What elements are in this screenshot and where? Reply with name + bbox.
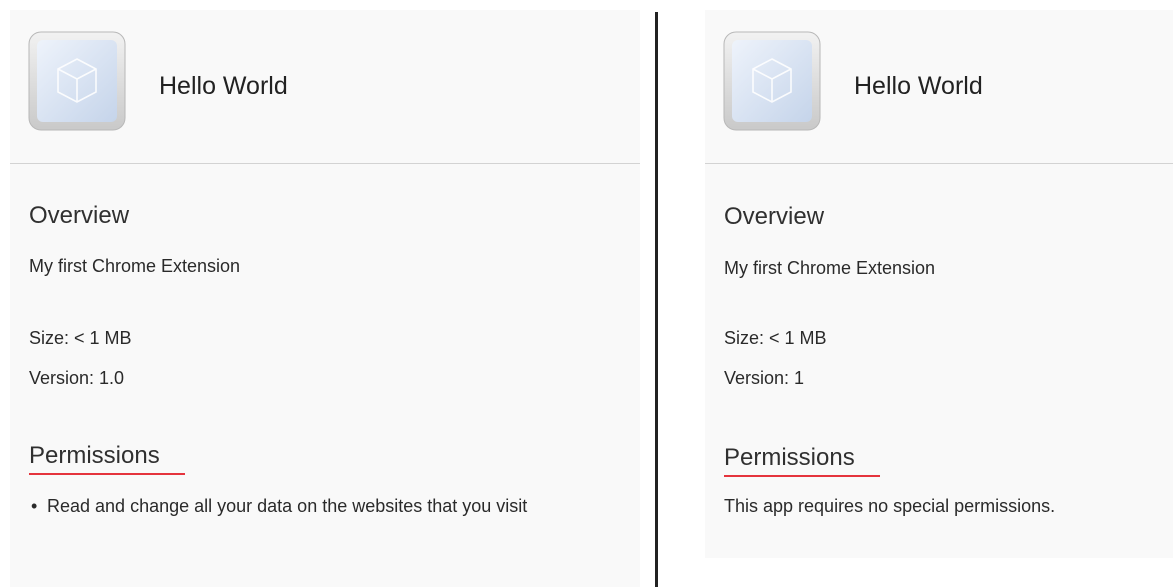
comparison-divider: [655, 12, 658, 587]
no-permissions-text: This app requires no special permissions…: [724, 496, 1056, 516]
left-extension-dialog: Hello World Overview My first Chrome Ext…: [10, 10, 640, 587]
right-extension-dialog: Hello World Overview My first Chrome Ext…: [705, 10, 1173, 558]
permission-text: Read and change all your data on the web…: [47, 496, 528, 516]
app-title: Hello World: [854, 72, 983, 100]
bullet-icon: •: [31, 496, 38, 516]
size-text: Size: < 1 MB: [29, 328, 132, 348]
permissions-heading: Permissions: [724, 444, 855, 471]
dialog-header: Hello World: [10, 10, 640, 164]
overview-heading: Overview: [724, 203, 825, 230]
app-title: Hello World: [159, 72, 288, 100]
comparison-screenshot: Hello World Overview My first Chrome Ext…: [0, 0, 1173, 587]
description-text: My first Chrome Extension: [29, 256, 241, 276]
permission-list-item: • Read and change all your data on the w…: [29, 493, 639, 519]
description-text: My first Chrome Extension: [724, 258, 936, 278]
permissions-heading: Permissions: [29, 442, 160, 469]
version-text: Version: 1.0: [29, 368, 125, 388]
size-text: Size: < 1 MB: [724, 328, 827, 348]
overview-heading: Overview: [29, 202, 130, 229]
cube-icon: [28, 31, 126, 131]
version-text: Version: 1: [724, 368, 805, 388]
permissions-heading-underline: [724, 475, 880, 477]
permissions-heading-underline: [29, 473, 185, 475]
dialog-header: Hello World: [705, 10, 1173, 164]
cube-icon: [723, 31, 821, 131]
